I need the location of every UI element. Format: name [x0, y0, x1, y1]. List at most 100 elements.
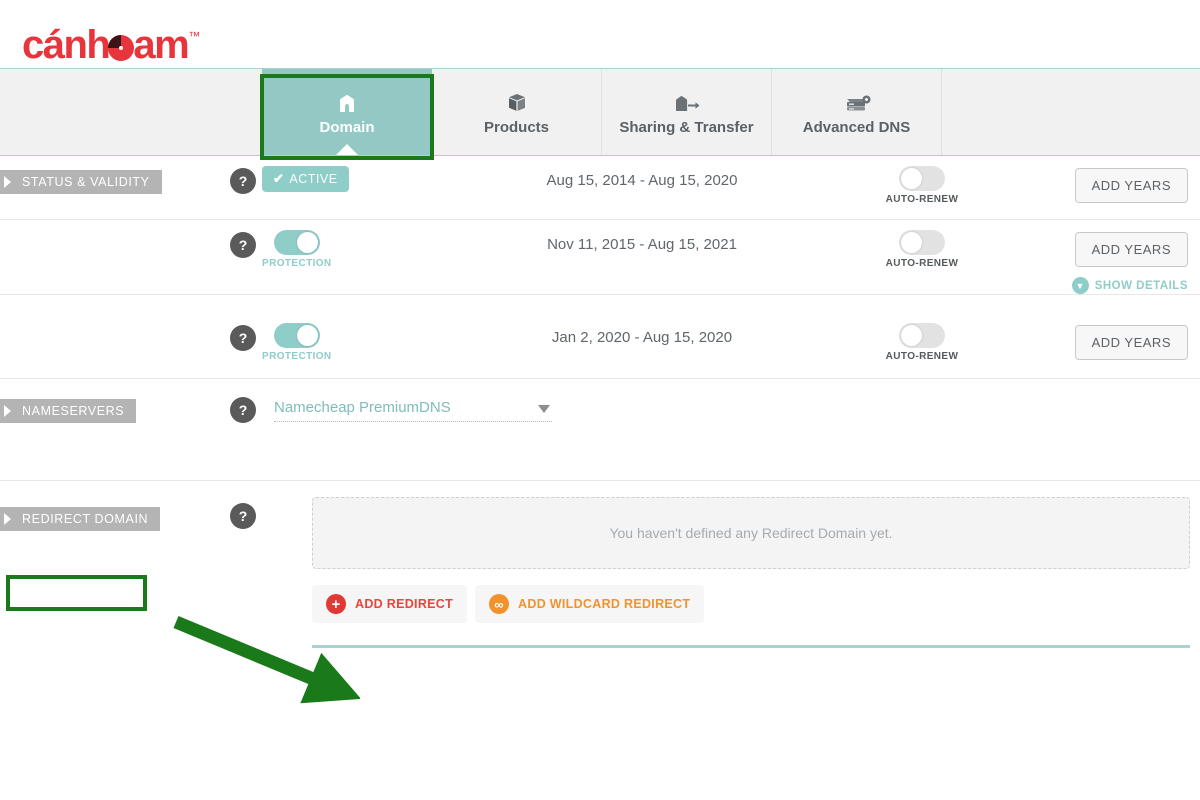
- auto-renew-toggle[interactable]: [898, 230, 945, 255]
- nameservers-row: NAMESERVERS ? Namecheap PremiumDNS: [0, 379, 1200, 481]
- nameserver-selected-value: Namecheap PremiumDNS: [274, 399, 451, 416]
- status-validity-section: STATUS & VALIDITY ? ✔ ACTIVE Aug 15, 201…: [0, 156, 1200, 379]
- auto-renew-toggle-wrap: AUTO-RENEW: [886, 323, 959, 362]
- home-icon: [335, 89, 359, 115]
- status-tag-cell: STATUS & VALIDITY: [0, 156, 230, 194]
- logo-text-accent: ánh: [42, 23, 111, 67]
- redirect-domain-tag: REDIRECT DOMAIN: [0, 507, 161, 531]
- auto-renew-label: AUTO-RENEW: [885, 194, 959, 205]
- chevron-down-icon: ▼: [1071, 277, 1089, 294]
- auto-renew-label: AUTO-RENEW: [885, 258, 959, 269]
- show-details-link[interactable]: ▼ SHOW DETAILS: [1071, 277, 1188, 294]
- help-icon[interactable]: ?: [230, 232, 256, 258]
- auto-renew-toggle-wrap: AUTO-RENEW: [886, 230, 959, 269]
- protection-toggle[interactable]: [273, 323, 320, 348]
- redirect-row: REDIRECT DOMAIN ?: [0, 481, 1200, 545]
- add-redirect-label: ADD REDIRECT: [355, 597, 454, 611]
- canheam-logo: cánh am™: [22, 16, 200, 65]
- status-row2-tag-cell: [0, 220, 230, 234]
- add-years-button[interactable]: ADD YEARS: [1074, 325, 1188, 360]
- redirect-tag-cell: REDIRECT DOMAIN: [0, 481, 230, 531]
- tabbar-right-spacer: [942, 69, 1200, 155]
- status-help-cell: ?: [230, 156, 262, 194]
- nameservers-section: NAMESERVERS ? Namecheap PremiumDNS: [0, 379, 1200, 481]
- tab-sharing-transfer-label: Sharing & Transfer: [619, 118, 754, 136]
- logo-pie-icon: [108, 35, 135, 61]
- status-validity-tag: STATUS & VALIDITY: [0, 170, 162, 194]
- status-row-3: ? PROTECTION Jan 2, 2020 - Aug 15, 2020 …: [0, 295, 1200, 379]
- chevron-down-icon: [538, 405, 550, 413]
- nameserver-dropdown[interactable]: Namecheap PremiumDNS: [274, 399, 552, 422]
- status-autorenew-cell: AUTO-RENEW: [842, 156, 1002, 205]
- bottom-divider: [312, 645, 1190, 648]
- tabbar-left-spacer: [0, 69, 262, 155]
- validity-dates: Aug 15, 2014 - Aug 15, 2020: [546, 172, 738, 189]
- status-row2-autorenew-cell: AUTO-RENEW: [842, 220, 1002, 269]
- status-dates-cell: Aug 15, 2014 - Aug 15, 2020: [442, 156, 842, 190]
- wildcard-infinity-icon: ∞: [489, 594, 510, 614]
- add-redirect-button[interactable]: + ADD REDIRECT: [312, 585, 468, 623]
- toggle-knob: [296, 325, 318, 346]
- logo-text-after: am: [133, 23, 189, 67]
- auto-renew-toggle-wrap: AUTO-RENEW: [886, 166, 959, 205]
- nameservers-tag-cell: NAMESERVERS: [0, 379, 230, 423]
- server-gear-icon: [842, 89, 872, 115]
- tab-sharing-transfer[interactable]: Sharing & Transfer: [602, 69, 772, 155]
- status-badge-label: ACTIVE: [289, 172, 338, 186]
- status-row-2: ? PROTECTION Nov 11, 2015 - Aug 15, 2021…: [0, 220, 1200, 295]
- status-row3-dates-cell: Jan 2, 2020 - Aug 15, 2020: [442, 295, 842, 347]
- check-icon: ✔: [273, 171, 285, 186]
- status-row2-help-cell: ?: [230, 220, 262, 258]
- validity-dates: Jan 2, 2020 - Aug 15, 2020: [551, 329, 733, 346]
- box-icon: [505, 89, 529, 115]
- toggle-knob: [900, 168, 922, 189]
- add-years-button[interactable]: ADD YEARS: [1074, 232, 1188, 267]
- toggle-knob: [900, 232, 922, 253]
- tab-domain[interactable]: Domain: [262, 69, 432, 155]
- protection-label: PROTECTION: [262, 258, 332, 269]
- tab-advanced-dns[interactable]: Advanced DNS: [772, 69, 942, 155]
- tab-domain-label: Domain: [319, 118, 375, 136]
- auto-renew-toggle[interactable]: [898, 166, 945, 191]
- status-row3-help-cell: ?: [230, 295, 262, 351]
- add-years-button[interactable]: ADD YEARS: [1074, 168, 1188, 203]
- tab-advanced-dns-label: Advanced DNS: [802, 118, 911, 136]
- show-details-label: SHOW DETAILS: [1094, 279, 1188, 292]
- redirect-buttons: + ADD REDIRECT ∞ ADD WILDCARD REDIRECT: [312, 585, 1200, 623]
- status-badge-cell: ✔ ACTIVE: [262, 156, 442, 192]
- validity-dates: Nov 11, 2015 - Aug 15, 2021: [547, 236, 737, 253]
- toggle-knob: [296, 232, 318, 253]
- protection-toggle-cell: PROTECTION: [262, 220, 442, 269]
- protection-toggle-wrap: PROTECTION: [262, 230, 332, 269]
- status-badge: ✔ ACTIVE: [262, 166, 349, 192]
- auto-renew-toggle[interactable]: [898, 323, 945, 348]
- status-row3-autorenew-cell: AUTO-RENEW: [842, 295, 1002, 362]
- active-tab-indicator: [336, 144, 358, 155]
- plus-icon: +: [326, 594, 346, 614]
- add-wildcard-label: ADD WILDCARD REDIRECT: [518, 597, 691, 611]
- tab-products-label: Products: [483, 118, 549, 136]
- status-row2-action-cell: ADD YEARS ▼ SHOW DETAILS: [1002, 220, 1200, 294]
- logo-text-before: c: [22, 23, 44, 67]
- help-icon[interactable]: ?: [230, 325, 256, 351]
- redirect-help-cell: ?: [230, 481, 262, 529]
- nameservers-select-cell: Namecheap PremiumDNS: [262, 379, 552, 422]
- protection-toggle[interactable]: [273, 230, 320, 255]
- add-wildcard-redirect-button[interactable]: ∞ ADD WILDCARD REDIRECT: [475, 585, 705, 623]
- house-arrow-icon: [673, 89, 701, 115]
- trademark-symbol: ™: [188, 29, 201, 43]
- help-icon[interactable]: ?: [230, 397, 256, 423]
- help-icon[interactable]: ?: [230, 503, 256, 529]
- brand-header: cánh am™: [0, 0, 1200, 68]
- status-action-cell: ADD YEARS: [1002, 156, 1200, 203]
- nameservers-help-cell: ?: [230, 379, 262, 423]
- nameservers-tag: NAMESERVERS: [0, 399, 137, 423]
- status-row3-action-cell: ADD YEARS: [1002, 295, 1200, 360]
- status-row2-dates-cell: Nov 11, 2015 - Aug 15, 2021: [442, 220, 842, 254]
- status-row3-tag-cell: [0, 295, 230, 309]
- protection-label: PROTECTION: [262, 351, 332, 362]
- protection-toggle-cell: PROTECTION: [262, 295, 442, 362]
- tab-products[interactable]: Products: [432, 69, 602, 155]
- help-icon[interactable]: ?: [230, 168, 256, 194]
- auto-renew-label: AUTO-RENEW: [885, 351, 959, 362]
